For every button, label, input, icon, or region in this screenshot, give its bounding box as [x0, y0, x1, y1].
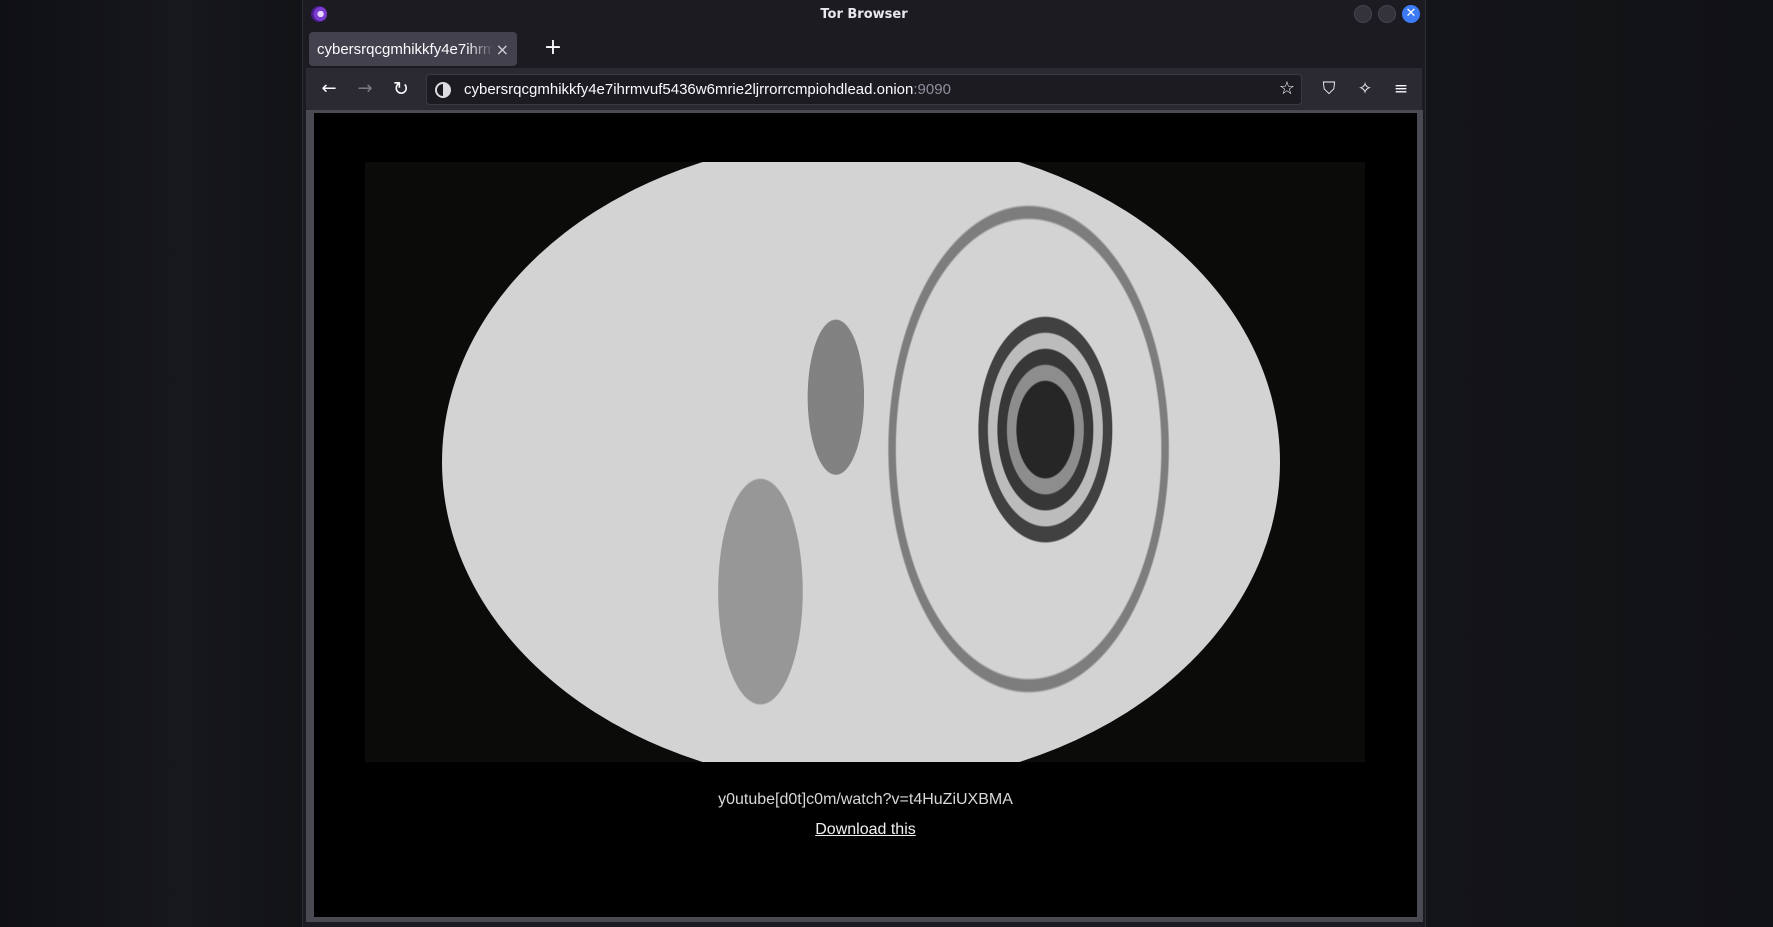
desktop-background-right: [1426, 0, 1773, 927]
back-arrow-icon[interactable]: ←: [315, 75, 343, 103]
page-viewport: y0utube[d0t]c0m/watch?v=t4HuZiUXBMA Down…: [314, 113, 1417, 917]
tab-onion-site[interactable]: cybersrqcgmhikkfy4e7ihrmvuf5436w6mrie2lj…: [309, 32, 517, 66]
bookmark-star-icon[interactable]: ☆: [1279, 78, 1295, 99]
url-host: cybersrqcgmhikkfy4e7ihrmvuf5436w6mrie2lj…: [464, 81, 914, 98]
new-identity-broom-icon[interactable]: ✧: [1351, 75, 1379, 103]
desktop-background-left: [0, 0, 302, 927]
microscope-image: [442, 162, 1280, 762]
site-identity-icon[interactable]: [435, 81, 451, 98]
browser-window: Tor Browser ✕ cybersrqcgmhikkfy4e7ihrmvu…: [302, 0, 1426, 927]
close-window-button[interactable]: ✕: [1402, 5, 1420, 23]
tab-close-icon[interactable]: ×: [496, 40, 509, 59]
url-port: :9090: [913, 81, 951, 98]
tab-title: cybersrqcgmhikkfy4e7ihrmvuf5436w6mrie2lj…: [317, 40, 494, 58]
forward-arrow-icon[interactable]: →: [351, 75, 379, 103]
navigation-toolbar: ← → ↻ cybersrqcgmhikkfy4e7ihrmvuf5436w6m…: [306, 68, 1422, 110]
url-text[interactable]: cybersrqcgmhikkfy4e7ihrmvuf5436w6mrie2lj…: [464, 81, 951, 98]
hamburger-menu-icon[interactable]: ≡: [1387, 75, 1415, 103]
maximize-button[interactable]: [1378, 5, 1396, 23]
title-bar[interactable]: Tor Browser ✕: [303, 0, 1425, 28]
minimize-button[interactable]: [1354, 5, 1372, 23]
tab-strip: cybersrqcgmhikkfy4e7ihrmvuf5436w6mrie2lj…: [303, 28, 1425, 68]
new-tab-button[interactable]: +: [541, 36, 565, 60]
address-bar[interactable]: cybersrqcgmhikkfy4e7ihrmvuf5436w6mrie2lj…: [426, 74, 1302, 105]
close-icon: ✕: [1405, 6, 1417, 21]
reload-icon[interactable]: ↻: [387, 75, 415, 103]
video-reference-text: y0utube[d0t]c0m/watch?v=t4HuZiUXBMA: [718, 791, 1013, 808]
window-title: Tor Browser: [820, 7, 908, 22]
content-frame: y0utube[d0t]c0m/watch?v=t4HuZiUXBMA Down…: [306, 110, 1423, 922]
shield-icon[interactable]: ⛉: [1315, 75, 1343, 103]
download-link[interactable]: Download this: [815, 821, 916, 838]
download-link-container: Download this: [314, 821, 1417, 839]
video-thumbnail[interactable]: [365, 162, 1365, 762]
